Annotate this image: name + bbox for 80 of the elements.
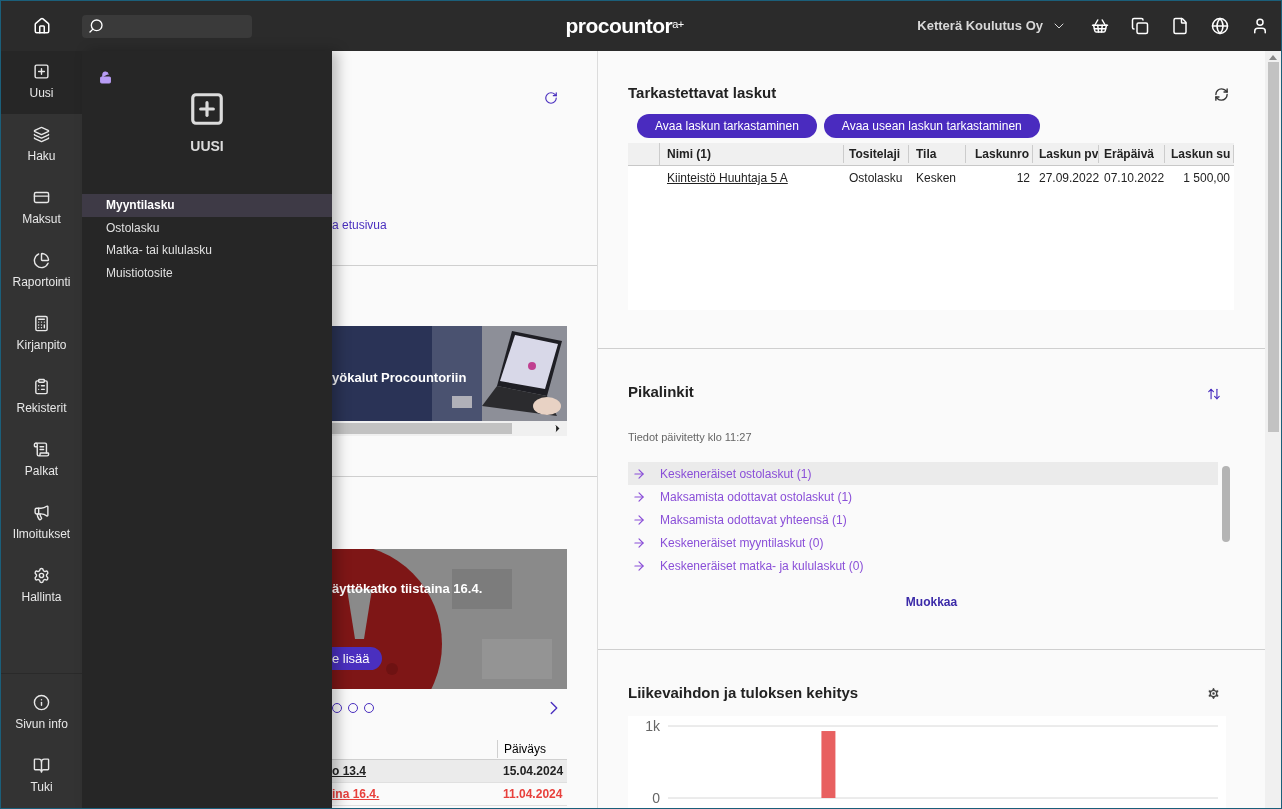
search-icon xyxy=(88,18,104,34)
info-icon xyxy=(33,694,50,711)
card-icon xyxy=(33,189,50,206)
news-link[interactable]: ina 16.4. xyxy=(332,785,497,803)
arrow-right-icon xyxy=(632,558,646,573)
search-field[interactable] xyxy=(82,14,252,38)
review-button[interactable]: Avaa usean laskun tarkastaminen xyxy=(823,113,1040,138)
arrow-right-icon xyxy=(632,535,646,550)
megaphone-icon xyxy=(33,504,50,521)
column-header: Laskun pv xyxy=(1033,144,1099,163)
banner-caption: äyttökatko tiistaina 16.4. xyxy=(332,580,483,598)
refresh-icon[interactable] xyxy=(1214,87,1229,102)
vertical-scrollbar[interactable] xyxy=(1265,51,1281,808)
clipboard-icon xyxy=(33,378,50,395)
quick-link[interactable]: Keskeneräiset ostolaskut (1) xyxy=(628,462,1218,486)
table-cell-text: 27.09.2022 xyxy=(1038,170,1099,187)
copy-icon[interactable] xyxy=(1131,17,1149,35)
read-more-button[interactable]: e lisää xyxy=(332,647,382,670)
menu-item[interactable]: Muistiotosite xyxy=(82,261,332,284)
stack-icon xyxy=(33,126,50,143)
arrow-right-icon xyxy=(632,512,646,527)
plus-square-icon xyxy=(188,90,226,128)
table-cell-text: 1 500,00 xyxy=(1182,170,1231,187)
settings-icon xyxy=(33,567,50,584)
column-header: Tositelaji xyxy=(844,144,909,163)
company-selector[interactable]: Ketterä Koulutus Oy xyxy=(917,16,1067,36)
panel-title: Liikevaihdon ja tuloksen kehitys xyxy=(628,682,859,703)
table-cell-text: Ostolasku xyxy=(848,170,904,187)
menu-item[interactable]: Matka- tai kululasku xyxy=(82,239,332,262)
column-header: Laskunro xyxy=(966,144,1033,163)
book-icon xyxy=(33,757,50,774)
table-cell-text: 12 xyxy=(1015,170,1031,187)
invoice-link[interactable]: Kiinteistö Huuhtaja 5 A xyxy=(660,169,844,187)
menu-item[interactable]: Myyntilasku xyxy=(82,194,332,217)
quick-link[interactable]: Maksamista odottavat ostolaskut (1) xyxy=(628,485,1218,509)
axis-label: 1k xyxy=(645,718,660,734)
menu-item[interactable]: Ostolasku xyxy=(82,216,332,239)
column-header: Eräpäivä xyxy=(1099,144,1165,163)
quick-link[interactable]: Keskeneräiset matka- ja kululaskut (0) xyxy=(628,554,1218,578)
homepage-link[interactable]: a etusivua xyxy=(332,216,387,234)
edit-link[interactable]: Muokkaa xyxy=(905,593,958,612)
unlock-icon[interactable] xyxy=(99,71,112,84)
quick-link[interactable]: Keskeneräiset myyntilaskut (0) xyxy=(628,531,1218,555)
basket-icon[interactable] xyxy=(1091,17,1109,35)
panel-title: Tarkastettavat laskut xyxy=(628,83,777,103)
logo[interactable]: procountor$^{a+}$ xyxy=(565,10,684,42)
panel-title: Pikalinkit xyxy=(628,382,694,403)
column-header: Päiväys xyxy=(497,740,567,758)
globe-icon[interactable] xyxy=(1211,17,1229,35)
chart-bar xyxy=(821,731,836,798)
date-text: 11.04.2024 xyxy=(502,786,564,803)
banner-caption: yökalut Procountoriin xyxy=(332,369,467,387)
horizontal-scrollbar[interactable] xyxy=(332,421,567,436)
list-scrollbar[interactable] xyxy=(1222,466,1230,543)
home-icon[interactable] xyxy=(32,17,51,35)
review-button[interactable]: Avaa laskun tarkastaminen xyxy=(637,113,817,138)
table-cell-text: Kesken xyxy=(915,170,958,187)
sort-icon[interactable] xyxy=(1207,387,1221,402)
user-icon[interactable] xyxy=(1251,17,1269,35)
arrow-right-icon xyxy=(632,489,646,504)
flyout-title: UUSI xyxy=(190,137,224,156)
scroll-up-icon[interactable] xyxy=(1269,55,1277,60)
plus-square-icon xyxy=(33,63,50,80)
updated-text: Tiedot päivitetty klo 11:27 xyxy=(628,429,753,445)
scroll-icon xyxy=(33,441,50,458)
date-text: 15.04.2024 xyxy=(502,763,565,780)
calculator-icon xyxy=(33,315,50,332)
column-header: Tila xyxy=(909,144,966,163)
refresh-icon[interactable] xyxy=(544,91,558,105)
arrow-right-icon xyxy=(632,466,646,481)
document-icon[interactable] xyxy=(1171,17,1189,35)
axis-label: 0 xyxy=(652,790,660,806)
settings-icon[interactable] xyxy=(1206,685,1221,701)
column-header: Laskun su xyxy=(1165,144,1234,163)
column-header: Nimi (1) xyxy=(660,144,844,163)
nav-item[interactable]: Uusi xyxy=(1,51,82,114)
news-link[interactable]: o 13.4 xyxy=(332,762,497,780)
quick-link[interactable]: Maksamista odottavat yhteensä (1) xyxy=(628,508,1218,532)
table-cell-text: 07.10.2022 xyxy=(1103,170,1165,187)
pie-chart-icon xyxy=(33,252,50,269)
